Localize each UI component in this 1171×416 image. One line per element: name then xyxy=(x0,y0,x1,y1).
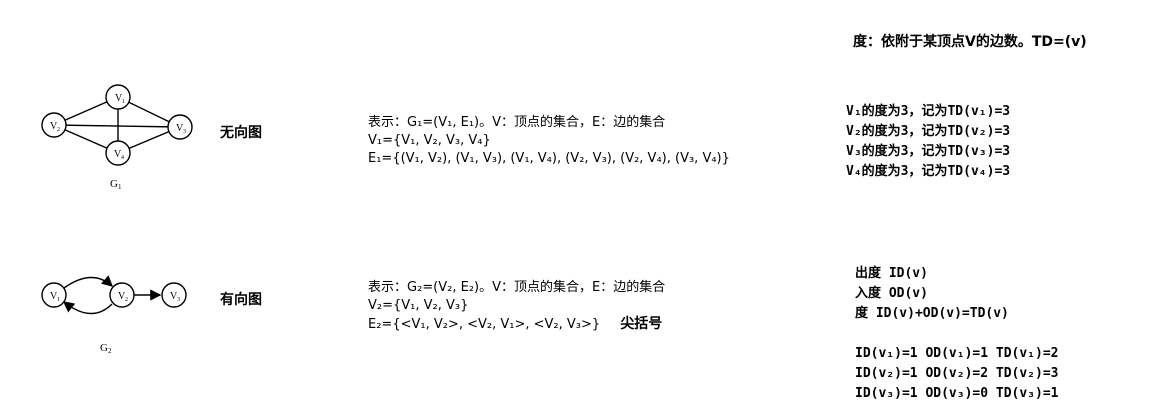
svg-text:1: 1 xyxy=(118,183,122,191)
svg-text:3: 3 xyxy=(177,297,180,303)
undirected-graph-g1: V 1 V 2 V 3 V 4 G 1 xyxy=(41,84,193,191)
out-degree-def: 出度 ID(v) xyxy=(855,266,928,281)
directed-repr-line: 表示：G₂=(V₂, E₂)。V：顶点的集合，E：边的集合 xyxy=(368,280,666,295)
node-v3: V 3 xyxy=(167,114,193,140)
svg-text:2: 2 xyxy=(108,347,112,355)
svg-text:1: 1 xyxy=(57,297,60,303)
directed-edge-set: E₂={<V₁, V₂>, <V₂, V₁>, <V₂, V₃>} 尖括号 xyxy=(368,315,665,334)
undirected-degree-list: V₁的度为3，记为TD(v₁)=3 V₂的度为3，记为TD(v₂)=3 V₃的度… xyxy=(846,102,1010,182)
svg-text:2: 2 xyxy=(125,297,128,303)
node-v4: V 4 xyxy=(105,140,131,166)
svg-text:3: 3 xyxy=(183,129,186,135)
svg-text:4: 4 xyxy=(121,155,124,161)
directed-type-label: 有向图 xyxy=(220,292,262,308)
degree-values-v2: ID(v₂)=1 OD(v₂)=2 TD(v₂)=3 xyxy=(855,366,1059,381)
node-v2: V 2 xyxy=(41,112,67,138)
node-v1: V 1 xyxy=(105,84,131,110)
undirected-repr-line: 表示：G₁=(V₁, E₁)。V：顶点的集合，E：边的集合 xyxy=(368,115,666,130)
node-v2: V 2 xyxy=(109,282,135,308)
directed-degree-values: ID(v₁)=1 OD(v₁)=1 TD(v₁)=2 ID(v₂)=1 OD(v… xyxy=(855,344,1059,404)
svg-text:G: G xyxy=(110,178,118,190)
undirected-type-label: 无向图 xyxy=(220,125,262,141)
bracket-note: 尖括号 xyxy=(620,316,663,332)
directed-degree-defs: 出度 ID(v) 入度 OD(v) 度 ID(v)+OD(v)=TD(v) xyxy=(855,264,1009,324)
graph-caption-g1: G 1 xyxy=(110,178,122,191)
degree-values-v3: ID(v₃)=1 OD(v₃)=0 TD(v₃)=1 xyxy=(855,386,1059,401)
degree-definition: 度：依附于某顶点V的边数。TD=(v) xyxy=(853,34,1087,50)
undirected-edge-set: E₁={(V₁, V₂), (V₁, V₃), (V₁, V₄), (V₂, V… xyxy=(368,151,730,166)
directed-edge-set-text: E₂={<V₁, V₂>, <V₂, V₁>, <V₂, V₃>} xyxy=(368,317,601,332)
directed-vertex-set: V₂={V₁, V₂, V₃} xyxy=(368,298,469,313)
degree-values-v1: ID(v₁)=1 OD(v₁)=1 TD(v₁)=2 xyxy=(855,346,1059,361)
svg-text:1: 1 xyxy=(122,99,125,105)
directed-graph-g2: V 1 V 2 V 3 G 2 xyxy=(41,275,187,355)
degree-v4: V₄的度为3，记为TD(v₄)=3 xyxy=(846,164,1011,179)
node-v1: V 1 xyxy=(41,282,67,308)
degree-v3: V₃的度为3，记为TD(v₃)=3 xyxy=(846,144,1011,159)
svg-text:G: G xyxy=(100,342,108,354)
total-degree-def: 度 ID(v)+OD(v)=TD(v) xyxy=(855,306,1009,321)
degree-v2: V₂的度为3，记为TD(v₂)=3 xyxy=(846,124,1011,139)
degree-v1: V₁的度为3，记为TD(v₁)=3 xyxy=(846,104,1011,119)
undirected-vertex-set: V₁={V₁, V₂, V₃, V₄} xyxy=(368,133,491,148)
node-v3: V 3 xyxy=(161,282,187,308)
undirected-representation: 表示：G₁=(V₁, E₁)。V：顶点的集合，E：边的集合 V₁={V₁, V₂… xyxy=(368,114,730,168)
graph-caption-g2: G 2 xyxy=(100,342,112,355)
in-degree-def: 入度 OD(v) xyxy=(855,286,928,301)
directed-representation: 表示：G₂=(V₂, E₂)。V：顶点的集合，E：边的集合 V₂={V₁, V₂… xyxy=(368,279,665,334)
svg-text:2: 2 xyxy=(57,127,60,133)
